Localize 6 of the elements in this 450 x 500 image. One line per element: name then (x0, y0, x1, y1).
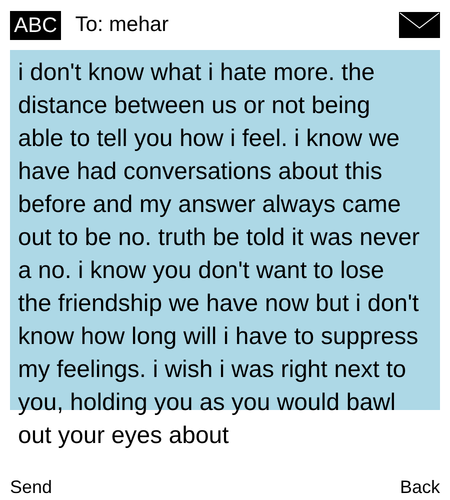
back-softkey[interactable]: Back (400, 474, 440, 500)
recipient-label: To: mehar (75, 12, 170, 38)
send-softkey[interactable]: Send (10, 474, 52, 500)
message-text[interactable]: i don't know what i hate more. the distance between us or not being able to tell you how i feel. i know we have had conversations about this before and my answer always came out to be no. truth be told it was never a no. i know you don't want to lose the friendship we have now but i don't know how long will i have to suppress my feelings. i wish i was right next to you, holding you as you would bawl out your eyes about (10, 50, 420, 452)
envelope-icon (399, 12, 440, 38)
input-mode-indicator: ABC (10, 10, 62, 40)
